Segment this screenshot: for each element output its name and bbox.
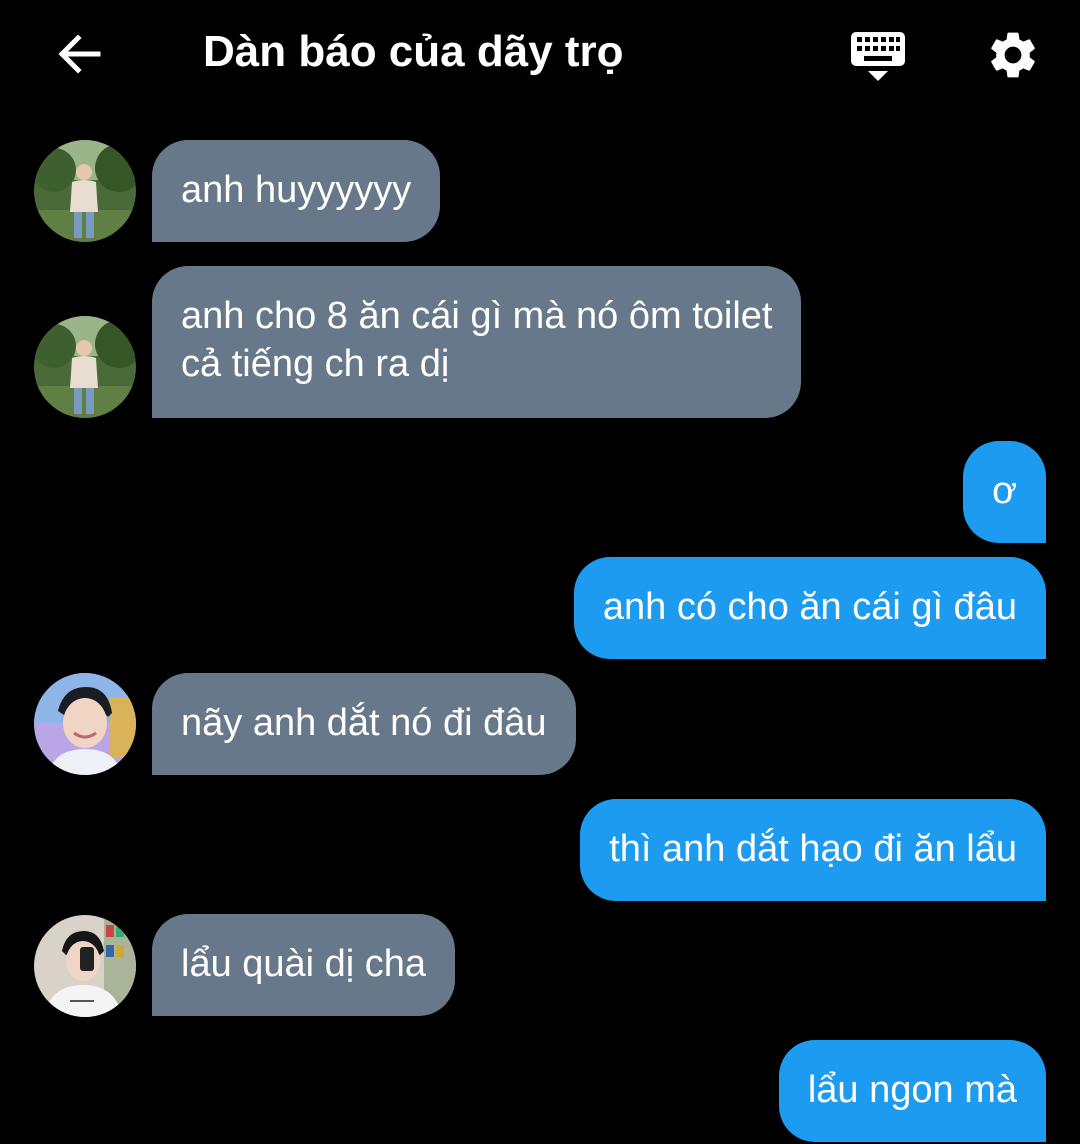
arrow-left-icon <box>58 34 101 74</box>
keyboard-icon <box>851 32 905 81</box>
outgoing-message-bubble[interactable]: anh có cho ăn cái gì đâu <box>573 557 1046 659</box>
incoming-message-bubble[interactable]: nãy anh dắt nó đi đâu <box>152 673 576 775</box>
incoming-message-bubble[interactable]: lẩu quài dị cha <box>152 914 456 1016</box>
avatar[interactable] <box>34 140 136 242</box>
outgoing-message-bubble[interactable]: thì anh dắt hạo đi ăn lẩu <box>580 799 1046 901</box>
avatar[interactable] <box>34 915 136 1017</box>
app-header: Dàn báo của dãy trọ <box>0 0 1080 110</box>
incoming-message-bubble[interactable]: anh huyyyyyy <box>152 140 441 242</box>
avatar-outdoor-photo <box>34 316 136 418</box>
avatar[interactable] <box>34 673 136 775</box>
gear-icon <box>991 32 1035 78</box>
avatar[interactable] <box>34 316 136 418</box>
incoming-message-bubble[interactable]: anh cho 8 ăn cái gì mà nó ôm toilet cả t… <box>152 266 802 418</box>
avatar-smiling-photo <box>34 673 136 775</box>
keyboard-button[interactable] <box>842 20 914 92</box>
avatar-mirror-selfie-photo <box>34 915 136 1017</box>
avatar-outdoor-photo <box>34 140 136 242</box>
outgoing-message-bubble[interactable]: ơ <box>963 441 1046 543</box>
settings-button[interactable] <box>978 20 1048 90</box>
back-button[interactable] <box>48 22 112 86</box>
outgoing-message-bubble[interactable]: lẩu ngon mà <box>778 1040 1046 1142</box>
conversation-title: Dàn báo của dãy trọ <box>203 27 624 76</box>
